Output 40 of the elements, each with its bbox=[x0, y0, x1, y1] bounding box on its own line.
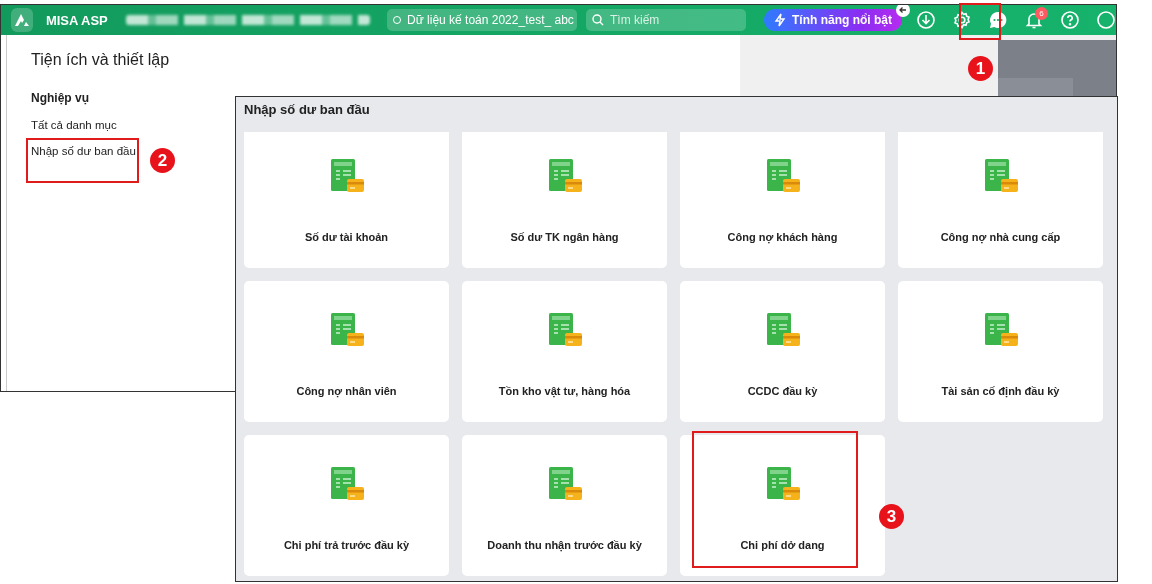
settings-icon[interactable] bbox=[952, 10, 972, 30]
option-card[interactable]: Tồn kho vật tư, hàng hóa bbox=[462, 281, 667, 422]
card-label: Tồn kho vật tư, hàng hóa bbox=[498, 385, 631, 397]
option-card[interactable]: Công nợ nhân viên bbox=[244, 281, 449, 422]
app-name: MISA ASP bbox=[45, 12, 108, 28]
card-label: Công nợ khách hàng bbox=[727, 231, 838, 243]
card-label: Số dư tài khoản bbox=[304, 231, 389, 243]
option-card[interactable]: Tài sản cố định đầu kỳ bbox=[898, 281, 1103, 422]
card-label: Số dư TK ngân hàng bbox=[510, 231, 619, 243]
option-card[interactable]: Chi phí trả trước đầu kỳ bbox=[244, 435, 449, 576]
notification-icon[interactable] bbox=[1024, 10, 1044, 30]
notification-badge: 6 bbox=[1035, 7, 1048, 20]
help-icon[interactable] bbox=[1060, 10, 1080, 30]
option-card[interactable]: Công nợ nhà cung cấp bbox=[898, 132, 1103, 268]
featured-button[interactable]: Tính năng nổi bật bbox=[764, 9, 902, 31]
menu-item[interactable]: Nhập số dư ban đầu bbox=[31, 145, 136, 157]
menu-item[interactable]: Tất cả danh mục bbox=[31, 119, 117, 131]
section-heading: Nghiệp vụ bbox=[31, 91, 90, 105]
option-card[interactable]: Chi phí dở dang bbox=[680, 435, 885, 576]
search-icon bbox=[592, 14, 604, 26]
option-card[interactable]: Doanh thu nhận trước đầu kỳ bbox=[462, 435, 667, 576]
option-card[interactable]: Công nợ khách hàng bbox=[680, 132, 885, 268]
chat-icon[interactable] bbox=[988, 10, 1008, 30]
download-icon[interactable] bbox=[916, 10, 936, 30]
card-label: Công nợ nhân viên bbox=[296, 385, 397, 397]
card-label: Công nợ nhà cung cấp bbox=[940, 231, 1061, 243]
card-label: Chi phí dở dang bbox=[740, 539, 825, 551]
card-label: CCDC đầu kỳ bbox=[747, 385, 818, 397]
option-card[interactable]: CCDC đầu kỳ bbox=[680, 281, 885, 422]
card-label: Doanh thu nhận trước đầu kỳ bbox=[487, 539, 642, 551]
card-label: Chi phí trả trước đầu kỳ bbox=[283, 539, 410, 551]
highlight-frame bbox=[959, 3, 1001, 40]
panel-title: Nhập số dư ban đầu bbox=[244, 102, 371, 119]
option-card[interactable]: Số dư TK ngân hàng bbox=[462, 132, 667, 268]
back-arrow-icon[interactable] bbox=[896, 5, 910, 17]
option-card[interactable]: Số dư tài khoản bbox=[244, 132, 449, 268]
card-label: Tài sản cố định đầu kỳ bbox=[941, 385, 1060, 397]
page-title: Tiện ích và thiết lập bbox=[31, 51, 171, 69]
lightning-icon bbox=[774, 13, 786, 27]
logo-icon bbox=[11, 8, 33, 32]
